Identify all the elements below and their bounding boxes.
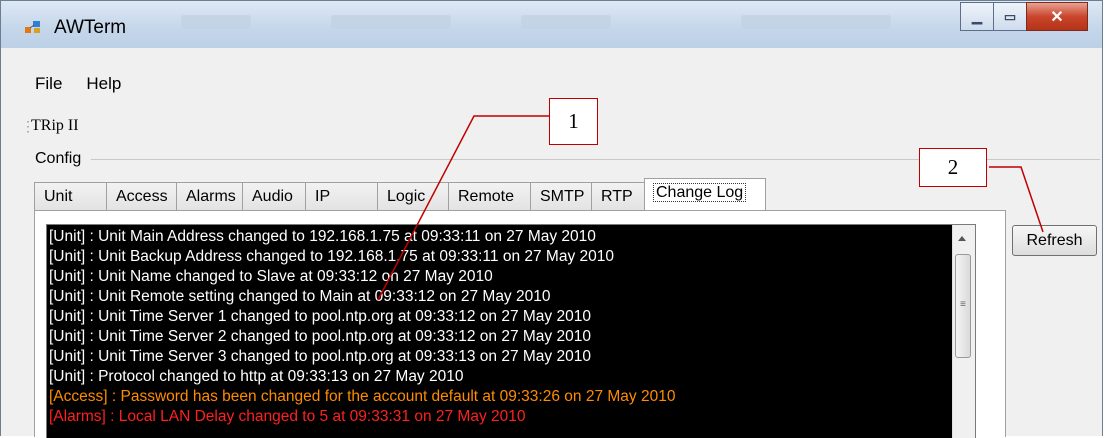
callout-1: 1: [549, 98, 598, 145]
callout-2-leader-line: [989, 166, 1044, 233]
tab-label: Change Log: [652, 183, 747, 202]
tab-change-log[interactable]: Change Log: [644, 178, 766, 210]
annotation-overlay: [377, 115, 1044, 301]
callout-1-leader-line: [377, 115, 549, 301]
callout-2: 2: [919, 148, 987, 187]
